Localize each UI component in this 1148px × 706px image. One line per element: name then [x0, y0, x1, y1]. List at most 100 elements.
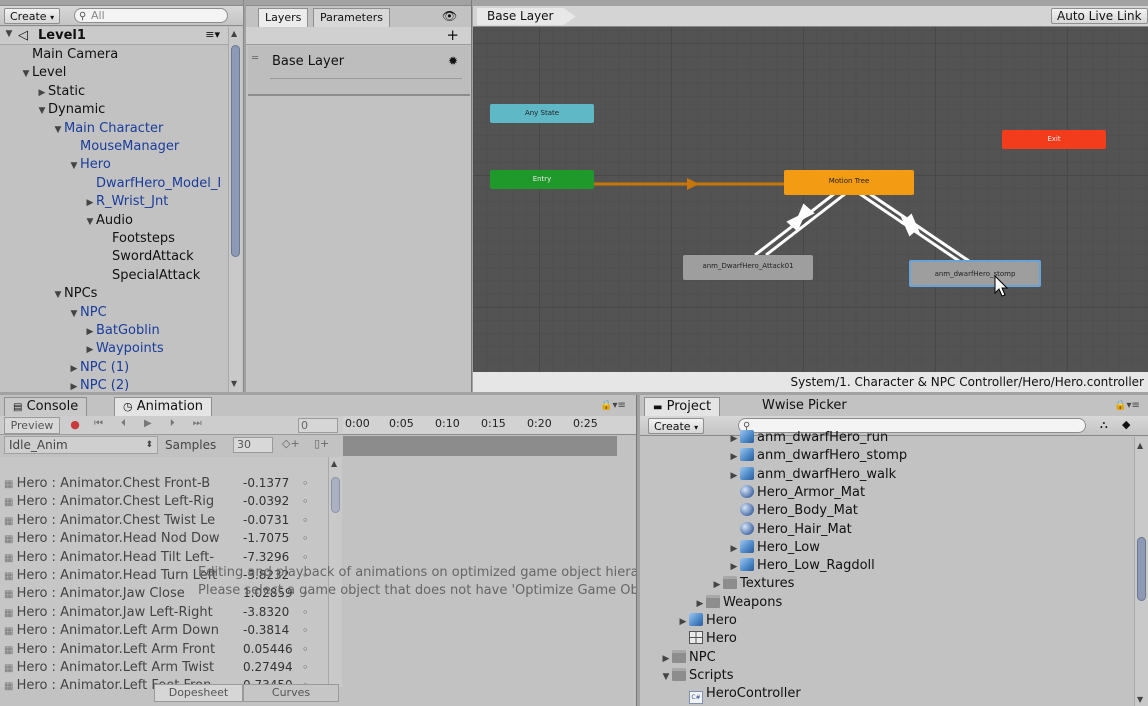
collapse-arrow-icon[interactable]: ▼ — [3, 29, 15, 39]
hierarchy-item[interactable]: ▶ NPC (2) — [68, 377, 130, 392]
project-create-button[interactable]: Create ▾ — [648, 418, 705, 434]
hierarchy-item[interactable]: Main Camera — [20, 46, 118, 64]
scene-header[interactable]: ▼ ◁ Level1 ≡▾ — [0, 27, 230, 45]
hierarchy-item[interactable]: ▶ Waypoints — [84, 340, 164, 358]
filter-by-type-icon[interactable]: ⛬ — [1100, 418, 1108, 432]
property-row[interactable]: ▦ Hero : Animator.Chest Twist Le — [4, 512, 240, 530]
property-row[interactable]: ▦ Hero : Animator.Left Arm Front — [4, 641, 240, 659]
remove-property-icon[interactable]: ◦ — [302, 624, 309, 637]
property-row[interactable]: ▦ Hero : Animator.Chest Front-B — [4, 475, 240, 493]
hierarchy-item[interactable]: ▼ Audio — [84, 212, 133, 230]
project-item[interactable]: ▶ Weapons — [694, 594, 782, 612]
remove-property-icon[interactable]: ◦ — [302, 532, 309, 545]
tab-console[interactable]: ▤ Console — [4, 397, 88, 416]
tab-layers[interactable]: Layers — [258, 8, 309, 27]
hierarchy-item[interactable]: ▶ NPC (1) — [68, 359, 130, 378]
expanded-arrow-icon[interactable]: ▼ — [68, 305, 80, 323]
expanded-arrow-icon[interactable]: ▼ — [36, 102, 48, 120]
tab-animation[interactable]: ◷ Animation — [114, 397, 213, 416]
drag-handle-icon[interactable]: ═ — [252, 53, 258, 64]
project-item[interactable]: ▶ Textures — [711, 575, 794, 593]
scroll-up-icon[interactable]: ▲ — [331, 459, 337, 468]
property-row[interactable]: ▦ Hero : Animator.Chest Left-Rig — [4, 493, 240, 511]
add-layer-button[interactable]: + — [446, 27, 459, 44]
property-row[interactable]: ▦ Hero : Animator.Jaw Left-Right — [4, 604, 240, 622]
layer-item-base[interactable]: ═ Base Layer ✹ — [248, 46, 470, 96]
clip-dropdown[interactable]: Idle_Anim ⬍ — [4, 436, 158, 454]
hierarchy-item[interactable]: Footsteps — [100, 230, 175, 248]
collapsed-arrow-icon[interactable]: ▶ — [677, 613, 689, 631]
project-item[interactable]: ▶ anm_dwarfHero_run — [728, 429, 888, 447]
frame-field[interactable]: 0 — [298, 418, 338, 433]
project-item[interactable]: ▶ Hero — [677, 612, 737, 630]
samples-field[interactable]: 30 — [233, 437, 273, 453]
expanded-arrow-icon[interactable]: ▼ — [52, 121, 64, 139]
state-any-state[interactable]: Any State — [490, 104, 594, 123]
hierarchy-item[interactable]: MouseManager — [68, 138, 179, 156]
expanded-arrow-icon[interactable]: ▼ — [68, 157, 80, 175]
collapsed-arrow-icon[interactable]: ▶ — [728, 467, 740, 485]
prev-frame-icon[interactable]: ⏴ — [121, 418, 144, 429]
hierarchy-item[interactable]: ▶ R_Wrist_Jnt — [84, 193, 169, 211]
project-item[interactable]: ▶ Hero_Low — [728, 539, 820, 557]
scroll-up-icon[interactable]: ▲ — [231, 29, 237, 38]
expanded-arrow-icon[interactable]: ▼ — [84, 213, 96, 231]
auto-live-link-button[interactable]: Auto Live Link — [1051, 8, 1148, 24]
property-value[interactable]: -0.3814 — [243, 622, 289, 640]
last-frame-icon[interactable]: ⏭ — [193, 418, 220, 429]
hierarchy-item[interactable]: ▼ Dynamic — [36, 101, 106, 120]
play-icon[interactable]: ▶ — [144, 418, 170, 429]
property-row[interactable]: ▦ Hero : Animator.Left Arm Twist — [4, 659, 240, 677]
hierarchy-item[interactable]: SpecialAttack — [100, 267, 200, 285]
project-item[interactable]: Hero_Hair_Mat — [728, 521, 852, 539]
state-machine-grid[interactable]: Any State Entry Exit Motion Tree anm_Dwa… — [473, 27, 1148, 372]
lock-menu-icon[interactable]: 🔒▾≡ — [600, 400, 626, 411]
tab-curves[interactable]: Curves — [243, 684, 339, 702]
hierarchy-item[interactable]: ▼ NPC — [68, 304, 107, 322]
project-scrollbar[interactable]: ▲ ▼ — [1134, 437, 1148, 706]
property-value[interactable]: 0.27494 — [243, 659, 293, 677]
remove-property-icon[interactable]: ◦ — [302, 643, 309, 656]
hierarchy-item[interactable]: ▶ Static — [36, 83, 86, 102]
property-value[interactable]: -0.1377 — [243, 475, 289, 493]
remove-property-icon[interactable]: ◦ — [302, 606, 309, 619]
collapsed-arrow-icon[interactable]: ▶ — [728, 540, 740, 558]
tab-project[interactable]: ▬ Project — [644, 397, 721, 416]
hierarchy-search-input[interactable]: ⚲ All — [74, 8, 228, 23]
tab-wwise-picker[interactable]: Wwise Picker — [754, 397, 855, 416]
state-entry[interactable]: Entry — [490, 170, 594, 189]
transition-motiontree-stomp[interactable] — [859, 192, 970, 263]
hierarchy-item[interactable]: ▼ Hero — [68, 156, 111, 174]
tab-parameters[interactable]: Parameters — [313, 8, 390, 27]
hierarchy-item[interactable]: ▼ Level — [20, 64, 67, 82]
timeline-ruler[interactable]: 0:00 0:05 0:10 0:15 0:20 0:25 — [343, 416, 636, 435]
collapsed-arrow-icon[interactable]: ▶ — [84, 341, 96, 359]
state-attack01[interactable]: anm_DwarfHero_Attack01 — [683, 255, 813, 280]
collapsed-arrow-icon[interactable]: ▶ — [694, 595, 706, 613]
create-button[interactable]: Create ▾ — [4, 8, 61, 24]
collapsed-arrow-icon[interactable]: ▶ — [728, 558, 740, 576]
lock-menu-icon[interactable]: 🔒▾≡ — [1114, 400, 1140, 411]
collapsed-arrow-icon[interactable]: ▶ — [68, 360, 80, 378]
hierarchy-item[interactable]: DwarfHero_Model_I — [84, 175, 221, 193]
next-frame-icon[interactable]: ⏵ — [170, 418, 193, 429]
expanded-arrow-icon[interactable]: ▼ — [52, 286, 64, 304]
hierarchy-item[interactable]: SwordAttack — [100, 248, 194, 266]
state-stomp[interactable]: anm_dwarfHero_stomp — [909, 260, 1041, 287]
project-item[interactable]: ▶ NPC — [660, 649, 716, 667]
breadcrumb-base-layer[interactable]: Base Layer — [477, 8, 576, 25]
property-value[interactable]: -0.0392 — [243, 493, 289, 511]
add-event-button[interactable]: ▯+ — [314, 437, 329, 450]
project-item[interactable]: ▶ anm_dwarfHero_walk — [728, 466, 896, 484]
property-scroll-thumb[interactable] — [331, 477, 340, 513]
remove-property-icon[interactable]: ◦ — [302, 477, 309, 490]
scroll-down-icon[interactable]: ▼ — [231, 379, 237, 388]
collapsed-arrow-icon[interactable]: ▶ — [36, 84, 48, 102]
project-item[interactable]: ▶ Hero_Low_Ragdoll — [728, 557, 875, 575]
collapsed-arrow-icon[interactable]: ▶ — [728, 448, 740, 466]
remove-property-icon[interactable]: ◦ — [302, 495, 309, 508]
first-frame-icon[interactable]: ⏮ — [94, 418, 121, 429]
property-row[interactable]: ▦ Hero : Animator.Head Nod Dow — [4, 530, 240, 548]
project-item[interactable]: C# HeroController — [677, 685, 801, 705]
state-exit[interactable]: Exit — [1002, 130, 1106, 149]
